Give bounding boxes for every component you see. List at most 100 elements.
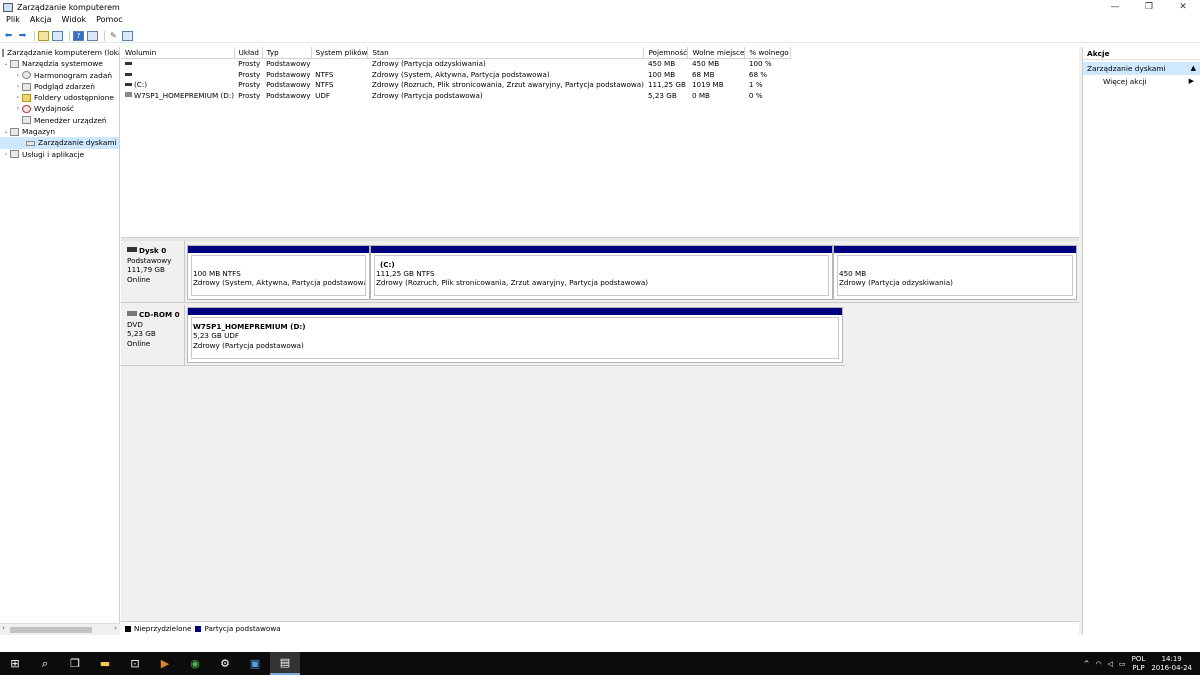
scroll-left-icon[interactable]: ‹ xyxy=(2,624,5,632)
table-row[interactable]: Prosty Podstawowy Zdrowy (Partycja odzys… xyxy=(121,58,791,69)
cell: Zdrowy (Partycja odzyskiwania) xyxy=(371,59,486,69)
network-wifi-icon[interactable]: ◠ xyxy=(1096,660,1102,668)
partition-size: 100 MB NTFS xyxy=(193,269,241,278)
restore-button[interactable]: ❐ xyxy=(1132,0,1166,14)
computer-management-taskbar-icon[interactable]: ▤ xyxy=(270,652,300,675)
disk-0-label[interactable]: Dysk 0 Podstawowy 111,79 GB Online xyxy=(121,241,185,302)
forward-arrow-icon[interactable]: ➡ xyxy=(17,31,28,41)
col-layout[interactable]: Układ xyxy=(234,47,263,59)
tree-system-tools[interactable]: ⌄ Narzędzia systemowe xyxy=(0,58,119,69)
tree-disk-management[interactable]: Zarządzanie dyskami xyxy=(0,137,119,149)
col-volume[interactable]: Wolumin xyxy=(121,47,235,59)
tree-performance[interactable]: › Wydajność xyxy=(0,103,119,114)
col-status[interactable]: Stan xyxy=(367,47,645,59)
disk-name: CD-ROM 0 xyxy=(139,310,180,319)
tree-storage[interactable]: ⌄ Magazyn xyxy=(0,126,119,137)
cell: NTFS xyxy=(315,80,334,90)
chrome-icon[interactable]: ◉ xyxy=(180,652,210,675)
cdrom-0-row[interactable]: CD-ROM 0 DVD 5,23 GB Online W7SP1_HOMEPR… xyxy=(121,305,845,366)
tree-shared-folders[interactable]: › Foldery udostępnione xyxy=(0,92,119,103)
tree-device-manager[interactable]: Menedżer urządzeń xyxy=(0,115,119,126)
status-bar xyxy=(0,635,1200,652)
search-icon[interactable]: ⌕ xyxy=(30,652,60,675)
volume-table-header: Wolumin Układ Typ System plików Stan Poj… xyxy=(121,47,792,59)
remote-desktop-icon[interactable]: ▣ xyxy=(240,652,270,675)
col-free-space[interactable]: Wolne miejsce xyxy=(687,47,746,59)
col-capacity[interactable]: Pojemność xyxy=(643,47,689,59)
menu-pomoc[interactable]: Pomoc xyxy=(90,15,127,27)
tree-horizontal-scrollbar[interactable]: ‹ › xyxy=(0,623,120,635)
partition-recovery[interactable]: 450 MB Zdrowy (Partycja odzyskiwania) xyxy=(833,245,1077,300)
title-bar[interactable]: Zarządzanie komputerem — ❐ ✕ xyxy=(0,0,1200,14)
help-icon[interactable]: ? xyxy=(73,30,84,41)
chevron-up-icon[interactable]: ^ xyxy=(1084,660,1090,668)
cell: Podstawowy xyxy=(266,91,311,101)
minimize-button[interactable]: — xyxy=(1098,0,1132,14)
more-actions[interactable]: Więcej akcji ▶ xyxy=(1083,75,1200,88)
table-row[interactable]: (C:) Prosty Podstawowy NTFS Zdrowy (Rozr… xyxy=(121,80,791,91)
clock-time: 14:19 xyxy=(1161,654,1182,663)
partition-d[interactable]: W7SP1_HOMEPREMIUM (D:) 5,23 GB UDF Zdrow… xyxy=(187,307,843,363)
disk-icon xyxy=(26,140,35,146)
partition-size: 111,25 GB NTFS xyxy=(376,269,435,278)
keyboard-layout: PLP xyxy=(1132,663,1145,672)
up-folder-icon[interactable] xyxy=(38,30,49,41)
file-explorer-icon[interactable]: ▬ xyxy=(90,652,120,675)
input-language[interactable]: POL PLP xyxy=(1132,655,1146,673)
media-player-icon[interactable]: ▶ xyxy=(150,652,180,675)
settings-gear-icon[interactable]: ⚙ xyxy=(210,652,240,675)
windows-start-icon[interactable]: ⊞ xyxy=(0,652,30,675)
volume-icon[interactable]: ◁ xyxy=(1108,660,1113,668)
performance-icon xyxy=(22,105,31,114)
tree-root[interactable]: Zarządzanie komputerem (loka xyxy=(0,47,119,58)
cell: Zdrowy (System, Aktywna, Partycja podsta… xyxy=(371,69,550,79)
collapse-up-icon[interactable]: ▲ xyxy=(1191,62,1196,75)
col-filesystem[interactable]: System plików xyxy=(311,47,369,59)
cell: Prosty xyxy=(238,80,261,90)
partition-c[interactable]: (C:) 111,25 GB NTFS Zdrowy (Rozruch, Pli… xyxy=(370,245,833,300)
cdrom-0-label[interactable]: CD-ROM 0 DVD 5,23 GB Online xyxy=(121,305,185,365)
partition-bar xyxy=(188,246,369,253)
menu-akcja[interactable]: Akcja xyxy=(24,15,56,27)
chevron-right-icon[interactable]: › xyxy=(14,70,22,81)
partition-status: Zdrowy (Partycja podstawowa) xyxy=(193,340,304,350)
tree-root-label: Zarządzanie komputerem (loka xyxy=(7,48,120,57)
chevron-right-icon[interactable]: › xyxy=(14,103,22,114)
edit-icon[interactable]: ✎ xyxy=(108,31,119,41)
cell: 1 % xyxy=(748,80,763,90)
cell: 68 MB xyxy=(691,69,715,79)
notification-icon[interactable]: ▭ xyxy=(1119,660,1126,668)
close-button[interactable]: ✕ xyxy=(1166,0,1200,14)
menu-plik[interactable]: Plik xyxy=(0,15,24,27)
scrollbar-thumb[interactable] xyxy=(10,627,92,633)
tree-label: Foldery udostępnione xyxy=(34,93,114,103)
actions-disk-management[interactable]: Zarządzanie dyskami ▲ xyxy=(1083,62,1200,75)
clock[interactable]: 14:19 2016-04-24 xyxy=(1151,655,1192,673)
chevron-right-icon[interactable]: › xyxy=(2,149,10,160)
chevron-right-icon[interactable]: › xyxy=(14,81,22,92)
legend-primary: Partycja podstawowa xyxy=(204,624,281,633)
task-view-icon[interactable]: ❐ xyxy=(60,652,90,675)
col-percent-free[interactable]: % wolnego xyxy=(744,47,792,59)
store-icon[interactable]: ⊡ xyxy=(120,652,150,675)
properties-icon[interactable] xyxy=(87,30,98,41)
scroll-right-icon[interactable]: › xyxy=(114,624,117,632)
menu-widok[interactable]: Widok xyxy=(56,15,91,27)
disk-size: 5,23 GB xyxy=(127,329,156,339)
table-row[interactable]: W7SP1_HOMEPREMIUM (D:) Prosty Podstawowy… xyxy=(121,90,791,101)
view-icon[interactable] xyxy=(122,30,133,41)
chevron-right-icon[interactable]: › xyxy=(14,92,22,103)
tree-scheduler[interactable]: › Harmonogram zadań xyxy=(0,70,119,81)
tree-events[interactable]: › Podgląd zdarzeń xyxy=(0,81,119,92)
col-type[interactable]: Typ xyxy=(262,47,312,59)
chevron-down-icon[interactable]: ⌄ xyxy=(2,58,10,69)
partition-system[interactable]: 100 MB NTFS Zdrowy (System, Aktywna, Par… xyxy=(187,245,370,300)
cell: Podstawowy xyxy=(266,69,311,79)
show-tree-icon[interactable] xyxy=(52,30,63,41)
chevron-down-icon[interactable]: ⌄ xyxy=(2,126,10,137)
back-arrow-icon[interactable]: ⬅ xyxy=(3,31,14,41)
table-row[interactable]: Prosty Podstawowy NTFS Zdrowy (System, A… xyxy=(121,69,791,80)
partition-status: Zdrowy (Rozruch, Plik stronicowania, Zrz… xyxy=(376,278,649,288)
tree-services[interactable]: › Usługi i aplikacje xyxy=(0,149,119,160)
disk-0-row[interactable]: Dysk 0 Podstawowy 111,79 GB Online 100 M… xyxy=(121,241,1079,303)
